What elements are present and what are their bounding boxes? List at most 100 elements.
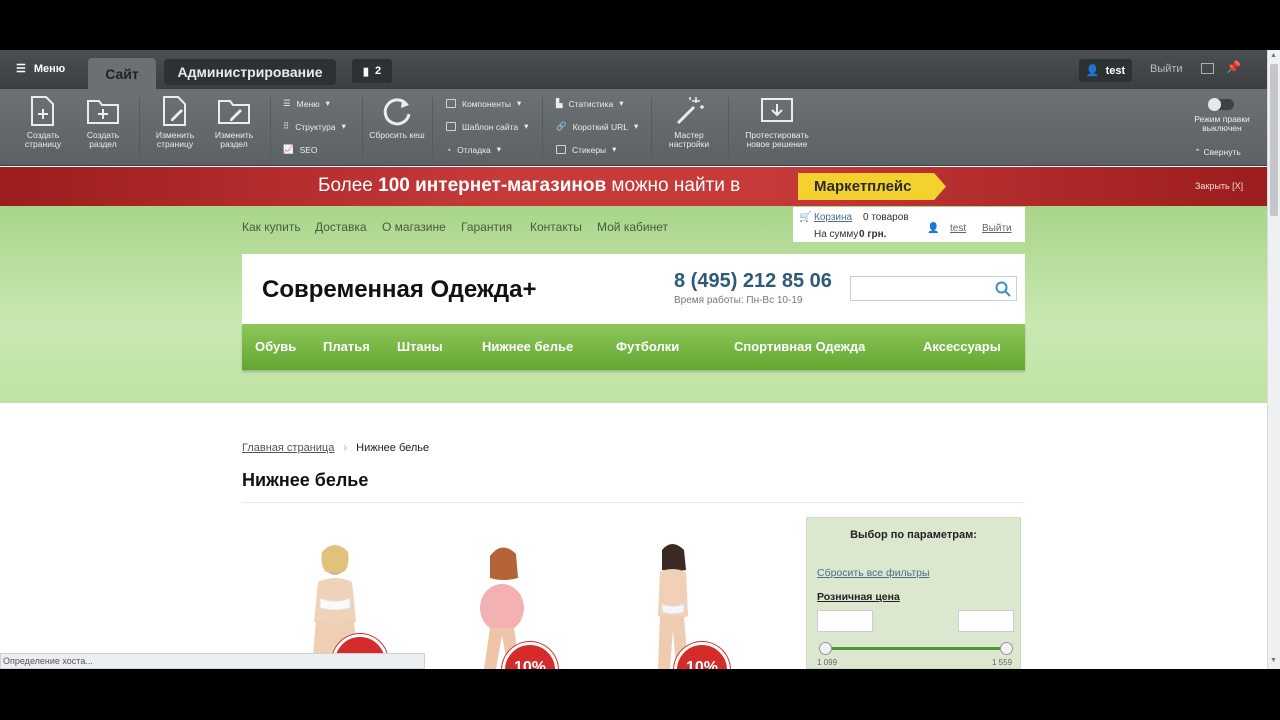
toolbar-short-url-item[interactable]: 🔗 Короткий URL ▾	[556, 121, 638, 132]
toolbar-structure-item[interactable]: ⠿ Структура ▾	[283, 121, 346, 132]
toolbar-debug-item[interactable]: ◔ Отладка ▾	[446, 144, 501, 155]
toolbar-components-item[interactable]: Компоненты ▾	[446, 98, 521, 109]
price-range-max: 1 559	[992, 658, 1013, 667]
chevron-down-icon: ▾	[325, 98, 330, 108]
price-filter-label[interactable]: Розничная цена	[817, 591, 900, 603]
category-accessories[interactable]: Аксессуары	[923, 339, 1001, 354]
collapse-toolbar-button[interactable]: ⌃ Свернуть	[1194, 147, 1241, 158]
new-folder-icon	[87, 100, 119, 124]
filter-panel: Выбор по параметрам: Сбросить все фильтр…	[806, 517, 1021, 669]
download-box-icon	[761, 98, 793, 122]
product-card[interactable]: 10%	[280, 542, 390, 669]
refresh-icon	[383, 98, 411, 126]
edit-mode-toggle[interactable]	[1208, 98, 1234, 111]
notifications-count: 2	[374, 65, 382, 77]
window-icon[interactable]	[1201, 63, 1214, 74]
chevron-down-icon: ▾	[496, 144, 502, 154]
cart-link[interactable]: Корзина	[814, 212, 852, 223]
chevron-down-icon: ▾	[634, 121, 639, 131]
nav-link-how-to-buy[interactable]: Как купить	[242, 220, 301, 234]
reset-filters-link[interactable]: Сбросить все фильтры	[817, 567, 930, 579]
cart-count: 0 товаров	[863, 212, 909, 223]
page-scrollbar[interactable]: ▲ ▼	[1267, 50, 1280, 669]
user-icon: 👤	[927, 223, 940, 234]
toolbar-site-template-item[interactable]: Шаблон сайта ▾	[446, 121, 528, 132]
pin-icon[interactable]: 📌	[1226, 60, 1241, 74]
logout-link[interactable]: Выйти	[1150, 63, 1183, 75]
cart-sum: 0 грн.	[859, 229, 887, 240]
user-button[interactable]: 👤 test	[1079, 59, 1132, 82]
edit-page-icon	[163, 96, 186, 126]
cart-widget: 🛒 Корзина 0 товаров На сумму 0 грн. 👤 te…	[793, 207, 1025, 242]
notifications-button[interactable]: ▮ 2	[352, 59, 392, 83]
browser-viewport: ☰ Меню Сайт Администрирование ▮ 2 👤 test…	[0, 50, 1280, 669]
toolbar-stickers-item[interactable]: Стикеры ▾	[556, 144, 616, 155]
nav-link-delivery[interactable]: Доставка	[315, 220, 367, 234]
toolbar-menu-item[interactable]: ☰ Меню ▾	[283, 98, 330, 109]
gauge-icon: ◔	[446, 144, 452, 155]
category-underwear[interactable]: Нижнее белье	[482, 339, 573, 354]
setup-wizard-button[interactable]: Мастер настройки	[660, 95, 718, 149]
reset-cache-button[interactable]: Сбросить кеш	[368, 95, 426, 140]
scroll-up-icon[interactable]: ▲	[1270, 52, 1277, 59]
tab-administration[interactable]: Администрирование	[164, 59, 336, 85]
edit-page-button[interactable]: Изменить страницу	[146, 95, 204, 149]
scroll-down-icon[interactable]: ▼	[1270, 657, 1277, 664]
account-logout-link[interactable]: Выйти	[982, 223, 1012, 234]
link-icon: 🔗	[556, 121, 567, 131]
account-user-link[interactable]: test	[950, 223, 966, 234]
toolbar-statistics-item[interactable]: ▙ Статистика ▾	[556, 98, 623, 109]
category-pants[interactable]: Штаны	[397, 339, 443, 354]
nav-link-my-account[interactable]: Мой кабинет	[597, 220, 668, 234]
marketplace-button[interactable]: Маркетплейс	[798, 173, 946, 200]
category-nav: Обувь Платья Штаны Нижнее белье Футболки…	[242, 324, 1025, 370]
working-hours: Время работы: Пн-Вс 10-19	[674, 295, 803, 306]
sticker-icon	[556, 145, 566, 154]
nav-link-warranty[interactable]: Гарантия	[461, 220, 512, 234]
tab-site[interactable]: Сайт	[88, 58, 156, 89]
category-sportswear[interactable]: Спортивная Одежда	[734, 339, 865, 354]
nav-link-about[interactable]: О магазине	[382, 220, 446, 234]
list-icon: ☰	[283, 98, 291, 108]
chevron-down-icon: ▾	[524, 121, 529, 131]
breadcrumb-home[interactable]: Главная страница	[242, 442, 334, 454]
chevron-down-icon: ▾	[341, 121, 346, 131]
search-input[interactable]	[850, 276, 1017, 301]
bar-chart-icon: ▙	[556, 98, 563, 108]
admin-toolbar: Создать страницу Создать раздел Изменить…	[0, 89, 1267, 166]
nav-link-contacts[interactable]: Контакты	[530, 220, 582, 234]
page-title: Нижнее белье	[242, 470, 369, 490]
toolbar-separator	[432, 97, 433, 157]
price-max-input[interactable]	[958, 610, 1014, 632]
search-icon[interactable]	[995, 281, 1011, 297]
scroll-thumb[interactable]	[1270, 64, 1278, 216]
create-page-button[interactable]: Создать страницу	[14, 95, 72, 149]
product-card[interactable]: 10%	[622, 542, 732, 669]
phone-number: 8 (495) 212 85 06	[674, 270, 832, 292]
marketplace-banner: Более 100 интернет-магазинов можно найти…	[0, 167, 1267, 206]
cart-icon: 🛒	[799, 212, 812, 223]
title-divider	[242, 502, 1025, 503]
category-tshirts[interactable]: Футболки	[616, 339, 679, 354]
test-solution-button[interactable]: Протестировать новое решение	[737, 95, 817, 149]
chevron-down-icon: ▾	[612, 144, 617, 154]
banner-close-link[interactable]: Закрыть [X]	[1195, 181, 1243, 191]
price-min-input[interactable]	[817, 610, 873, 632]
toolbar-separator	[270, 97, 271, 157]
category-shoes[interactable]: Обувь	[255, 339, 296, 354]
toolbar-separator	[542, 97, 543, 157]
price-slider[interactable]	[819, 642, 1013, 655]
slider-max-handle[interactable]	[1000, 642, 1013, 655]
product-card[interactable]: 10%	[450, 542, 560, 669]
edit-section-button[interactable]: Изменить раздел	[205, 95, 263, 149]
edit-mode-label: Режим правки выключен	[1194, 114, 1250, 133]
price-range-min: 1 099	[817, 658, 838, 667]
category-dresses[interactable]: Платья	[323, 339, 370, 354]
slider-min-handle[interactable]	[819, 642, 832, 655]
site-logo[interactable]: Современная Одежда+	[262, 276, 537, 304]
chevron-down-icon: ▾	[516, 98, 522, 108]
create-section-button[interactable]: Создать раздел	[74, 95, 132, 149]
toolbar-seo-item[interactable]: 📈 SEO	[283, 144, 318, 155]
toggle-knob	[1208, 98, 1221, 111]
menu-button[interactable]: ☰ Меню	[16, 62, 65, 76]
